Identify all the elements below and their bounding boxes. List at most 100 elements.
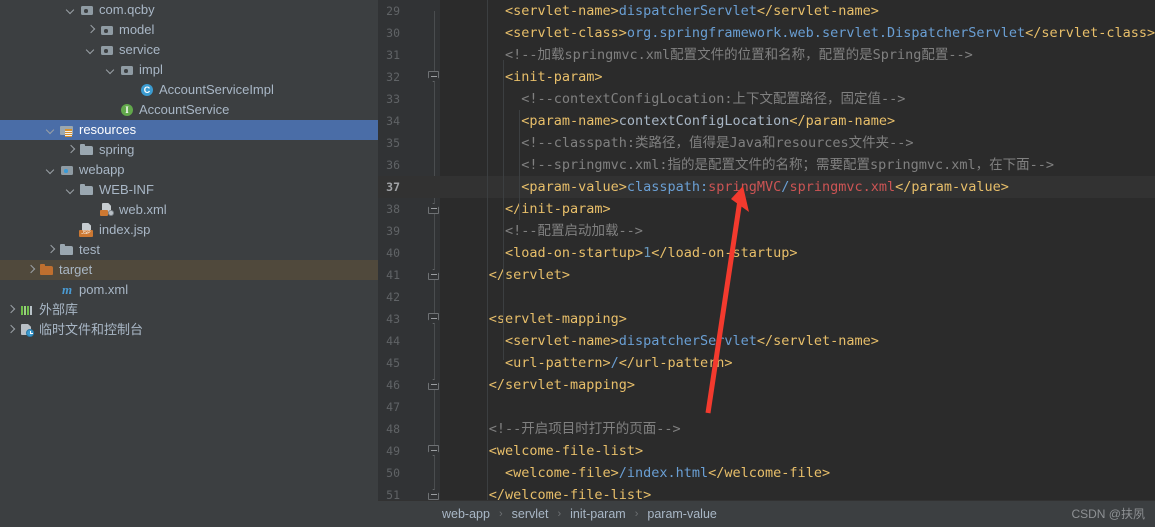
breadcrumb-item-web-app[interactable]: web-app (440, 507, 492, 521)
breadcrumb[interactable]: web-app › servlet › init-param › param-value (378, 507, 719, 521)
chevron-right-icon[interactable] (46, 245, 57, 256)
tree-item-web.xml[interactable]: web.xml (0, 200, 378, 220)
tree-item-spring[interactable]: spring (0, 140, 378, 160)
folder-icon (79, 182, 95, 198)
line-number: 47 (386, 400, 400, 414)
chevron-down-icon[interactable] (46, 125, 57, 136)
code-line[interactable]: <servlet-name>dispatcherServlet</servlet… (505, 330, 879, 352)
code-token: <!--springmvc.xml:指的是配置文件的名称；需要配置springm… (521, 157, 1055, 173)
line-number: 34 (386, 114, 400, 128)
chevron-down-icon[interactable] (86, 45, 97, 56)
tree-item-label: AccountServiceImpl (159, 82, 274, 97)
tree-item-label: spring (99, 142, 135, 157)
maven-pom-icon (59, 282, 75, 298)
code-line[interactable]: <!--classpath:类路径，值得是Java和resources文件夹--… (521, 132, 913, 154)
tree-item-WEB-INF[interactable]: WEB-INF (0, 180, 378, 200)
package-icon (79, 2, 95, 18)
watermark-label: CSDN @扶夙 (1071, 507, 1145, 521)
code-token: <!--contextConfigLocation:上下文配置路径，固定值--> (521, 91, 906, 107)
code-token: <!--加载springmvc.xml配置文件的位置和名称，配置的是Spring… (504, 47, 973, 63)
code-token: <servlet-mapping> (488, 311, 627, 327)
tree-item-test[interactable]: test (0, 240, 378, 260)
code-line[interactable]: </servlet> (489, 264, 570, 286)
breadcrumb-bar[interactable]: web-app › servlet › init-param › param-value C… (378, 500, 1155, 527)
breadcrumb-item-init-param[interactable]: init-param (568, 507, 628, 521)
code-token: <param-value> (521, 179, 627, 195)
code-token: </servlet-mapping> (488, 377, 636, 393)
code-token: contextConfigLocation (618, 113, 790, 129)
line-number: 33 (386, 92, 400, 106)
code-line[interactable]: <param-name>contextConfigLocation</param… (521, 110, 895, 132)
code-content[interactable]: <servlet-name>dispatcherServlet</servlet… (440, 0, 1155, 503)
editor-gutter[interactable]: 29 30 31 32 33 34 35 36 37 38 39 40 41 42 43 44 45 46 47 48… (378, 0, 440, 502)
tree-item-webapp[interactable]: webapp (0, 160, 378, 180)
tree-item-service[interactable]: service (0, 40, 378, 60)
chevron-right-icon: › (557, 508, 562, 520)
code-line[interactable]: <!--加载springmvc.xml配置文件的位置和名称，配置的是Spring… (505, 44, 973, 66)
tree-item-com.qcby[interactable]: com.qcby (0, 0, 378, 20)
chevron-down-icon[interactable] (66, 185, 77, 196)
breadcrumb-item-param-value[interactable]: param-value (645, 507, 718, 521)
tree-item-外部库[interactable]: 外部库 (0, 300, 378, 320)
code-line[interactable]: <url-pattern>/</url-pattern> (505, 352, 733, 374)
fold-minus (430, 274, 437, 275)
fold-minus (430, 318, 437, 319)
line-number: 44 (386, 334, 400, 348)
code-line[interactable]: <welcome-file>/index.html</welcome-file> (505, 462, 830, 484)
no-chevron-spacer (86, 205, 97, 216)
chevron-right-icon[interactable] (86, 25, 97, 36)
tree-item-label: index.jsp (99, 222, 151, 237)
tree-item-AccountService[interactable]: AccountService (0, 100, 378, 120)
tree-item-model[interactable]: model (0, 20, 378, 40)
code-line[interactable]: <servlet-mapping> (489, 308, 627, 330)
no-chevron-spacer (46, 285, 57, 296)
code-line[interactable]: <!--配置启动加载--> (505, 220, 643, 242)
tree-item-target[interactable]: target (0, 260, 378, 280)
code-line[interactable]: <servlet-class>org.springframework.web.s… (505, 22, 1155, 44)
breadcrumb-item-servlet[interactable]: servlet (510, 507, 551, 521)
chevron-right-icon[interactable] (66, 145, 77, 156)
code-token: springmvc.xml (789, 179, 896, 195)
tree-item-AccountServiceImpl[interactable]: AccountServiceImpl (0, 80, 378, 100)
code-line[interactable]: <servlet-name>dispatcherServlet</servlet… (505, 0, 879, 22)
chevron-right-icon[interactable] (6, 305, 17, 316)
chevron-down-icon[interactable] (66, 5, 77, 16)
chevron-right-icon[interactable] (6, 325, 17, 336)
code-editor[interactable]: 29 30 31 32 33 34 35 36 37 38 39 40 41 42 43 44 45 46 47 48… (378, 0, 1155, 527)
tree-item-label: test (79, 242, 100, 257)
chevron-down-icon[interactable] (106, 65, 117, 76)
tree-item-临时文件和控制台[interactable]: 临时文件和控制台 (0, 320, 378, 340)
code-line[interactable]: </servlet-mapping> (489, 374, 635, 396)
line-number: 30 (386, 26, 400, 40)
code-token: <url-pattern> (504, 355, 611, 371)
chevron-down-icon[interactable] (46, 165, 57, 176)
code-token: </param-name> (789, 113, 896, 129)
xml-file-icon (99, 202, 115, 218)
line-number: 40 (386, 246, 400, 260)
chevron-right-icon[interactable] (26, 265, 37, 276)
code-line[interactable]: <load-on-startup>1</load-on-startup> (505, 242, 798, 264)
code-line[interactable]: <param-value>classpath:springMVC/springm… (521, 176, 1009, 198)
tree-item-resources[interactable]: resources (0, 120, 378, 140)
code-line[interactable]: <welcome-file-list> (489, 440, 643, 462)
project-tree-panel[interactable]: com.qcby model service impl AccountServiceIm… (0, 0, 378, 527)
code-token: </load-on-startup> (651, 245, 798, 261)
code-token: </servlet> (488, 267, 570, 283)
chevron-right-icon: › (634, 508, 639, 520)
tree-item-label: WEB-INF (99, 182, 154, 197)
code-token: </welcome-file> (708, 465, 831, 481)
tree-item-index.jsp[interactable]: index.jsp (0, 220, 378, 240)
line-number: 50 (386, 466, 400, 480)
line-number: 43 (386, 312, 400, 326)
code-line[interactable]: <!--开启项目时打开的页面--> (489, 418, 681, 440)
package-icon (119, 62, 135, 78)
line-number: 32 (386, 70, 400, 84)
code-line[interactable]: </init-param> (505, 198, 611, 220)
tree-item-impl[interactable]: impl (0, 60, 378, 80)
code-token: / (610, 355, 619, 371)
tree-item-pom.xml[interactable]: pom.xml (0, 280, 378, 300)
indent-guide (486, 0, 488, 500)
code-line[interactable]: <!--springmvc.xml:指的是配置文件的名称；需要配置springm… (521, 154, 1054, 176)
code-line[interactable]: <!--contextConfigLocation:上下文配置路径，固定值--> (521, 88, 905, 110)
code-line[interactable]: <init-param> (505, 66, 603, 88)
